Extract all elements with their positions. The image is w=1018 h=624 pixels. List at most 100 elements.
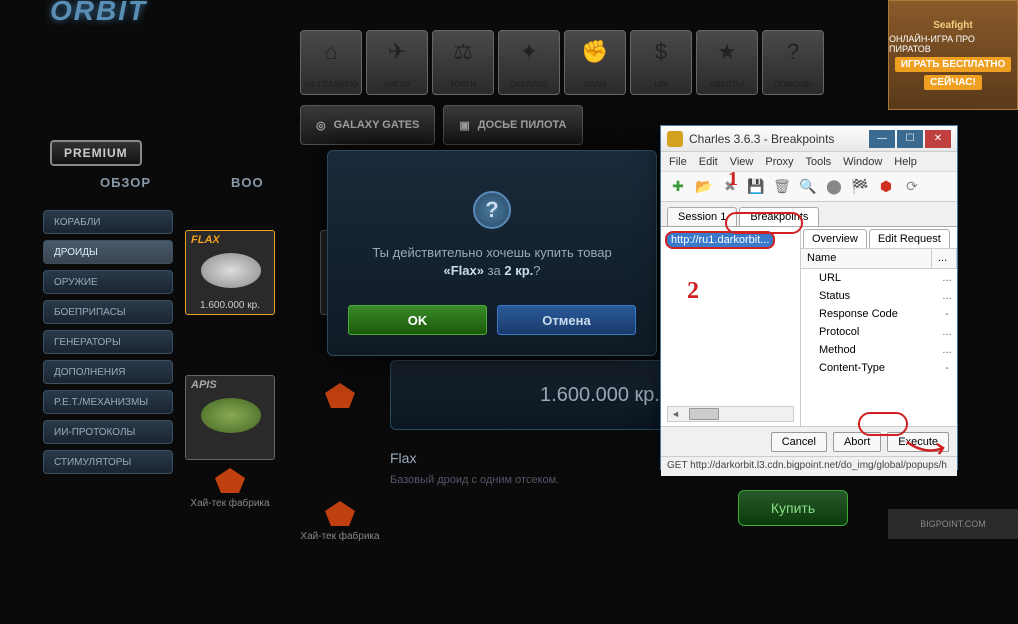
cancel-button[interactable]: Отмена: [497, 305, 636, 335]
top-nav: ⌂НА ГЛАВНУЮ ✈АНГАР ⚖ТОРГИ ✦СКАЙЛЭБ ✊КЛАН…: [300, 30, 824, 95]
ok-button[interactable]: OK: [348, 305, 487, 335]
menubar: File Edit View Proxy Tools Window Help: [661, 152, 957, 172]
buy-button[interactable]: Купить: [738, 490, 848, 526]
refresh-icon[interactable]: ⟳: [901, 176, 923, 198]
nav-trade[interactable]: ⚖ТОРГИ: [432, 30, 494, 95]
cancel-button[interactable]: Cancel: [771, 432, 827, 452]
save-icon[interactable]: 💾: [745, 176, 767, 198]
item-sub: Хай-тек фабрика: [300, 531, 379, 543]
ad-cta: ИГРАТЬ БЕСПЛАТНО: [895, 57, 1012, 72]
sidebar-generators[interactable]: ГЕНЕРАТОРЫ: [43, 330, 173, 354]
sidebar-boosters[interactable]: СТИМУЛЯТОРЫ: [43, 450, 173, 474]
col-dots[interactable]: ...: [932, 249, 957, 268]
menu-edit[interactable]: Edit: [699, 156, 718, 168]
breakpoint-actions: Cancel Abort Execute: [661, 426, 957, 456]
sidebar-ammo[interactable]: БОЕПРИПАСЫ: [43, 300, 173, 324]
find-icon[interactable]: 🔍: [797, 176, 819, 198]
shop-item-flax[interactable]: FLAX 1.600.000 кр. APIS Хай-тек фабрика: [185, 230, 275, 543]
status-bar: GET http://darkorbit.l3.cdn.bigpoint.net…: [661, 456, 957, 476]
hangar-icon: ✈: [381, 36, 413, 68]
item-title: FLAX: [191, 234, 220, 246]
nav-skylab[interactable]: ✦СКАЙЛЭБ: [498, 30, 560, 95]
quests-icon: ★: [711, 36, 743, 68]
sidebar-ships[interactable]: КОРАБЛИ: [43, 210, 173, 234]
sidebar-droids[interactable]: ДРОИДЫ: [43, 240, 173, 264]
breakpoints-icon[interactable]: ⬢: [875, 176, 897, 198]
nav-hangar[interactable]: ✈АНГАР: [366, 30, 428, 95]
open-icon[interactable]: 📂: [693, 176, 715, 198]
menu-help[interactable]: Help: [894, 156, 917, 168]
prop-row[interactable]: Content-Type-: [801, 359, 957, 377]
modal-message: Ты действительно хочешь купить товар «Fl…: [348, 244, 636, 280]
close-button[interactable]: ✕: [925, 130, 951, 148]
ad-subtitle: ОНЛАЙН-ИГРА ПРО ПИРАТОВ: [889, 34, 1017, 54]
ad-banner[interactable]: Seafight ОНЛАЙН-ИГРА ПРО ПИРАТОВ ИГРАТЬ …: [888, 0, 1018, 110]
properties-panel: Name ... URL... Status... Response Code-…: [801, 249, 957, 426]
help-icon: ?: [777, 36, 809, 68]
nav-quests[interactable]: ★КВЕСТЫ: [696, 30, 758, 95]
sidebar-weapons[interactable]: ОРУЖИЕ: [43, 270, 173, 294]
subnav-pilot-dossier[interactable]: ▣ДОСЬЕ ПИЛОТА: [443, 105, 582, 145]
request-tree[interactable]: http://ru1.darkorbit...: [661, 227, 801, 426]
tab-overview[interactable]: ОБЗОР: [100, 175, 151, 190]
prop-row[interactable]: URL...: [801, 269, 957, 287]
menu-view[interactable]: View: [730, 156, 754, 168]
menu-window[interactable]: Window: [843, 156, 882, 168]
prop-row[interactable]: Protocol...: [801, 323, 957, 341]
tab-overview[interactable]: Overview: [803, 229, 867, 248]
detail-tabs: Overview Edit Request: [801, 227, 957, 249]
item-image: [201, 253, 261, 288]
new-icon[interactable]: ✚: [667, 176, 689, 198]
sidebar-ai[interactable]: ИИ-ПРОТОКОЛЫ: [43, 420, 173, 444]
tab-edit-request[interactable]: Edit Request: [869, 229, 950, 248]
prop-row[interactable]: Method...: [801, 341, 957, 359]
throttle-icon[interactable]: 🏁: [849, 176, 871, 198]
sidebar-pet[interactable]: P.E.T./МЕХАНИЗМЫ: [43, 390, 173, 414]
game-logo: ORBIT: [50, 0, 250, 55]
ad-cta2: СЕЙЧАС!: [924, 75, 982, 90]
sidebar-extras[interactable]: ДОПОЛНЕНИЯ: [43, 360, 173, 384]
bigpoint-logo[interactable]: BIGPOINT.COM: [888, 509, 1018, 539]
nav-uri[interactable]: $URI: [630, 30, 692, 95]
dossier-icon: ▣: [459, 119, 469, 132]
clan-icon: ✊: [579, 36, 611, 68]
window-title: Charles 3.6.3 - Breakpoints: [689, 132, 863, 146]
premium-badge: PREMIUM: [50, 140, 142, 166]
titlebar[interactable]: Charles 3.6.3 - Breakpoints — ☐ ✕: [661, 126, 957, 152]
trade-icon: ⚖: [447, 36, 479, 68]
nav-clan[interactable]: ✊КЛАН: [564, 30, 626, 95]
shop-sidebar: КОРАБЛИ ДРОИДЫ ОРУЖИЕ БОЕПРИПАСЫ ГЕНЕРАТ…: [43, 210, 173, 474]
tree-item-url[interactable]: http://ru1.darkorbit...: [665, 231, 775, 249]
hitech-badge-icon: [325, 383, 355, 408]
close-session-icon[interactable]: ✖: [719, 176, 741, 198]
item-sub: Хай-тек фабрика: [190, 498, 269, 510]
tab-session1[interactable]: Session 1: [667, 207, 737, 226]
menu-tools[interactable]: Tools: [805, 156, 831, 168]
ad-title: Seafight: [933, 20, 972, 31]
abort-button[interactable]: Abort: [833, 432, 881, 452]
question-icon: ?: [473, 191, 511, 229]
horizontal-scrollbar[interactable]: [667, 406, 794, 422]
skylab-icon: ✦: [513, 36, 545, 68]
nav-help[interactable]: ?ПОМОЩЬ: [762, 30, 824, 95]
menu-file[interactable]: File: [669, 156, 687, 168]
prop-row[interactable]: Response Code-: [801, 305, 957, 323]
gate-icon: ◎: [316, 119, 326, 132]
prop-row[interactable]: Status...: [801, 287, 957, 305]
nav-home[interactable]: ⌂НА ГЛАВНУЮ: [300, 30, 362, 95]
app-icon: [667, 131, 683, 147]
menu-proxy[interactable]: Proxy: [765, 156, 793, 168]
tab-breakpoints[interactable]: Breakpoints: [739, 207, 819, 226]
subnav-galaxy-gates[interactable]: ◎GALAXY GATES: [300, 105, 435, 145]
col-name[interactable]: Name: [801, 249, 932, 268]
minimize-button[interactable]: —: [869, 130, 895, 148]
charles-window: Charles 3.6.3 - Breakpoints — ☐ ✕ File E…: [660, 125, 958, 470]
execute-button[interactable]: Execute: [887, 432, 949, 452]
tab-boo[interactable]: BOO: [231, 175, 264, 190]
record-icon[interactable]: ⬤: [823, 176, 845, 198]
toolbar: ✚ 📂 ✖ 💾 🗑 🔍 ⬤ 🏁 ⬢ ⟳: [661, 172, 957, 202]
session-tabs: Session 1 Breakpoints: [661, 202, 957, 226]
clear-icon[interactable]: 🗑: [771, 176, 793, 198]
item-price: 1.600.000 кр.: [186, 300, 274, 311]
maximize-button[interactable]: ☐: [897, 130, 923, 148]
